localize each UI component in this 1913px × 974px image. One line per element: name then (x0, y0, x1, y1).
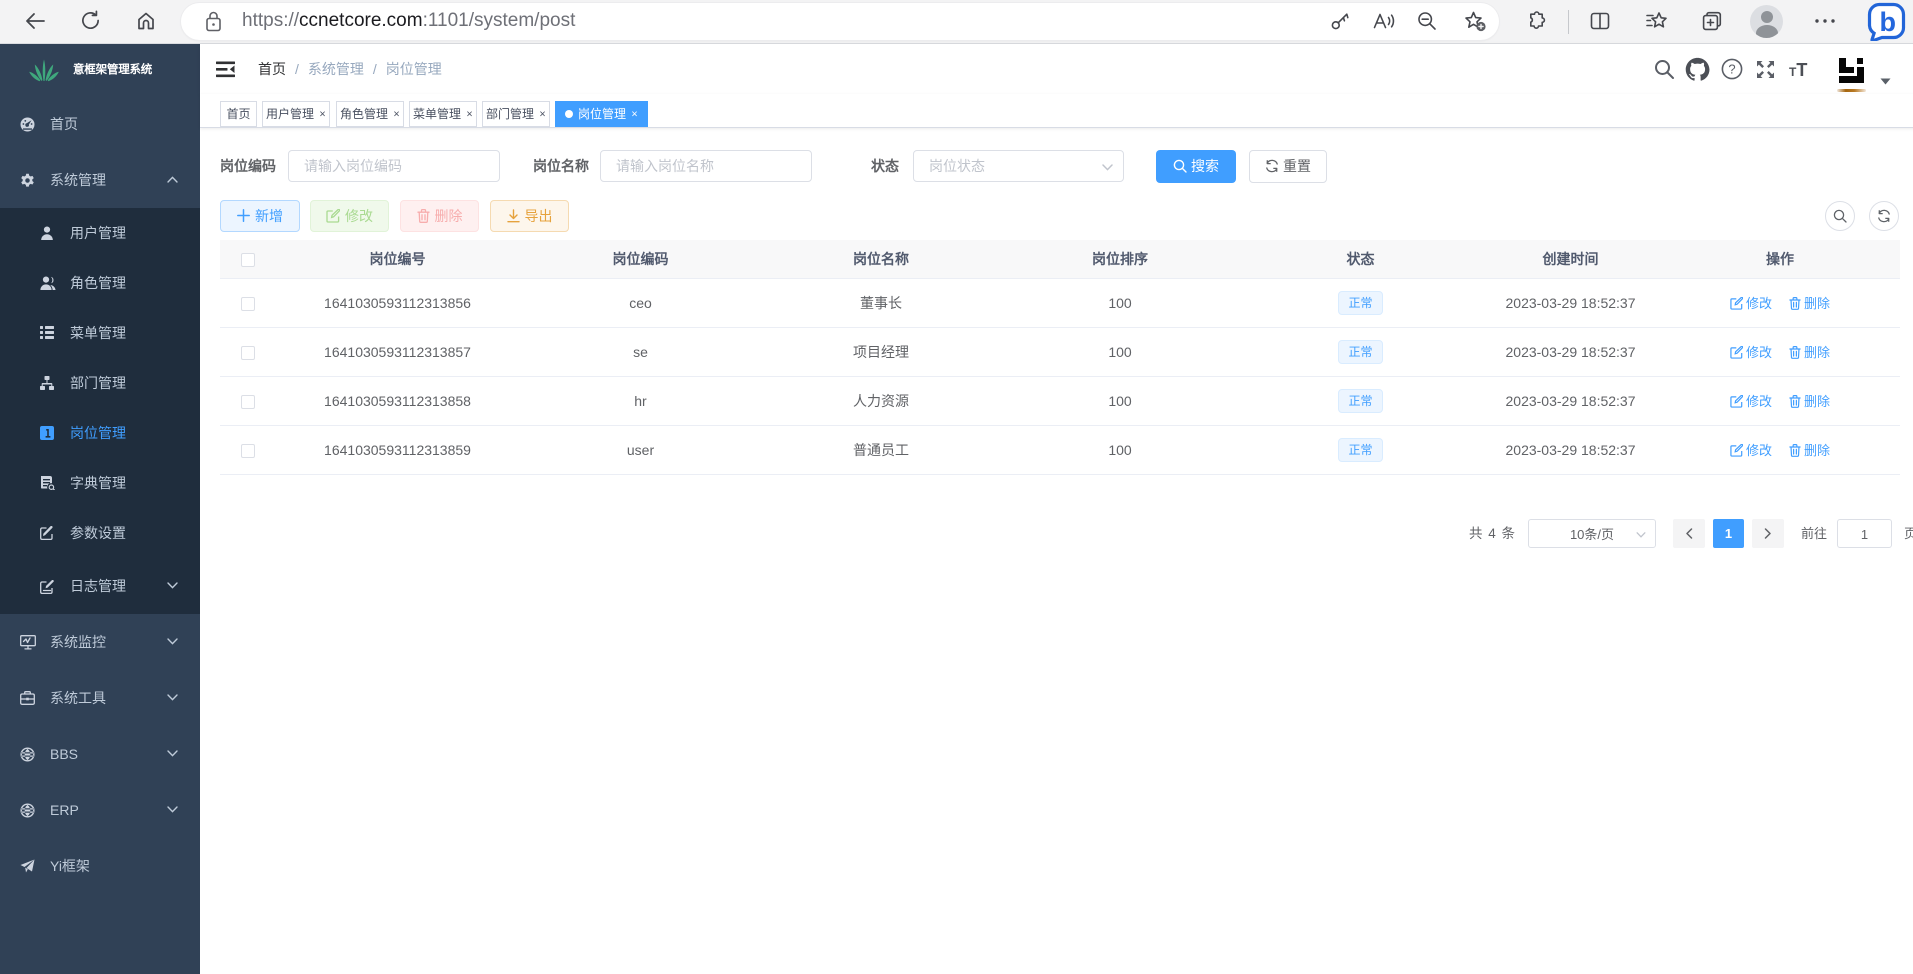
svg-text:?: ? (1728, 62, 1735, 77)
svg-text:b: b (1880, 7, 1897, 37)
